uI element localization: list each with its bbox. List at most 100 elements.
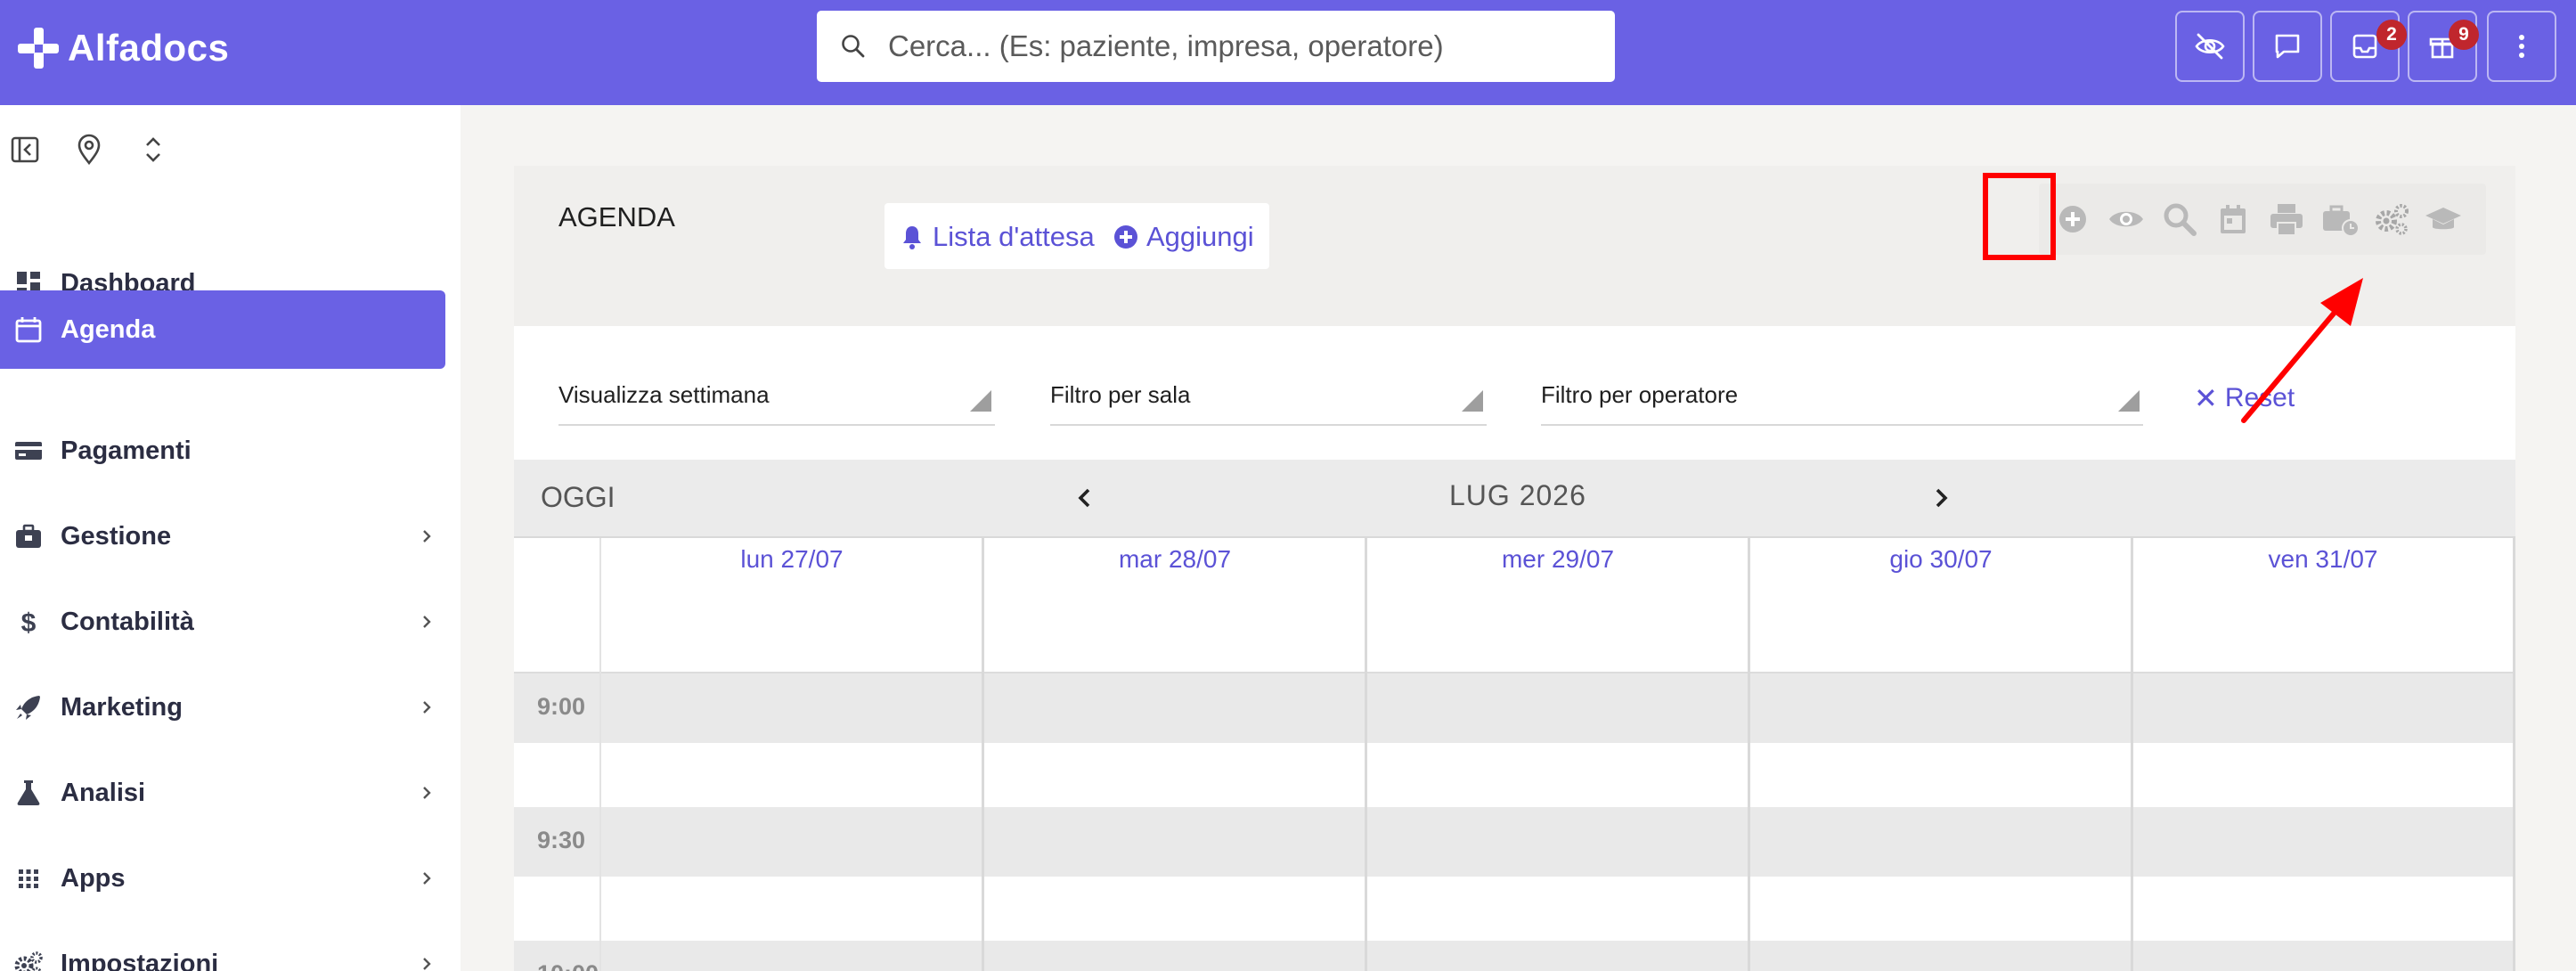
sidebar-item-label: Apps: [61, 863, 126, 893]
agenda-panel: AGENDA Lista d'attesa Aggiungi Visualizz…: [514, 166, 2515, 971]
logo-mark-icon: [16, 26, 61, 70]
search-icon[interactable]: [2160, 200, 2199, 239]
day-header[interactable]: mar 28/07: [984, 545, 1365, 574]
sidebar-item-agenda[interactable]: Agenda: [0, 290, 445, 369]
graduation-cap-icon[interactable]: [2424, 200, 2463, 239]
more-options-button[interactable]: [2487, 11, 2556, 82]
time-label: 9:30: [537, 827, 586, 853]
dropdown-arrow-icon: [970, 390, 991, 412]
calendar-day-icon[interactable]: [2213, 200, 2253, 239]
add-label: Aggiungi: [1146, 221, 1254, 252]
operator-filter-select[interactable]: Filtro per operatore: [1541, 372, 2143, 426]
settings-highlight-box: [1983, 173, 2056, 260]
eye-off-icon: [2195, 33, 2225, 60]
settings-gears-icon: [14, 951, 43, 971]
close-icon: ✕: [2194, 382, 2218, 414]
row-divider: [514, 672, 2515, 673]
room-filter-select[interactable]: Filtro per sala: [1050, 372, 1487, 426]
rocket-icon: [16, 696, 40, 720]
day-header[interactable]: mer 29/07: [1367, 545, 1749, 574]
day-column-divider: [2513, 538, 2515, 971]
day-header[interactable]: lun 27/07: [601, 545, 982, 574]
view-select[interactable]: Visualizza settimana: [558, 372, 995, 426]
calendar-icon: [15, 317, 42, 343]
sidebar-item-label: Agenda: [61, 314, 156, 344]
bell-icon: [903, 226, 921, 249]
sidebar-item-gestione[interactable]: Gestione: [0, 497, 445, 575]
sidebar-item-contabilita[interactable]: $ Contabilità: [0, 583, 445, 661]
top-bar: Alfadocs 2 9: [0, 0, 2576, 105]
add-circle-icon[interactable]: [2053, 200, 2092, 239]
time-label: 9:00: [537, 693, 586, 720]
day-column-divider: [982, 538, 984, 971]
sidebar-item-analisi[interactable]: Analisi: [0, 754, 445, 832]
search-input[interactable]: [888, 24, 1592, 69]
svg-text:$: $: [21, 608, 37, 638]
chevron-right-icon: [423, 787, 431, 799]
news-button[interactable]: 9: [2408, 11, 2479, 82]
chevron-right-icon: [423, 616, 431, 628]
add-appointment-button[interactable]: Aggiungi: [1113, 219, 1254, 255]
more-vertical-icon: [2519, 35, 2524, 58]
inbox-badge: 2: [2376, 20, 2407, 50]
chevron-right-icon: [423, 872, 431, 885]
search-box: [817, 11, 1615, 82]
room-filter-label: Filtro per sala: [1050, 381, 1191, 408]
day-column-divider: [1365, 538, 1367, 971]
sidebar-item-label: Gestione: [61, 521, 172, 551]
sidebar-item-pagamenti[interactable]: Pagamenti: [0, 412, 445, 490]
sidebar-item-label: Impostazioni: [61, 949, 219, 971]
credit-card-icon: [15, 442, 42, 460]
briefcase-icon: [16, 524, 41, 548]
month-label: LUG 2026: [1449, 479, 1586, 511]
sidebar-item-apps[interactable]: Apps: [0, 839, 445, 918]
flask-icon: [17, 780, 40, 805]
time-slot-row[interactable]: [514, 673, 2515, 743]
time-label: 10:00: [537, 960, 599, 971]
calendar-grid: lun 27/07 mar 28/07 mer 29/07 gio 30/07 …: [514, 536, 2515, 971]
day-header[interactable]: ven 31/07: [2132, 545, 2514, 574]
day-header[interactable]: gio 30/07: [1750, 545, 2132, 574]
settings-gears-icon[interactable]: [2372, 200, 2411, 239]
next-arrow-icon[interactable]: [1928, 485, 1954, 511]
chat-icon: [2275, 34, 2300, 59]
chevron-right-icon: [423, 701, 431, 714]
dollar-icon: $: [21, 608, 37, 638]
sidebar-item-label: Analisi: [61, 778, 146, 807]
briefcase-clock-icon[interactable]: [2320, 200, 2360, 239]
sidebar-item-impostazioni[interactable]: Impostazioni: [0, 925, 445, 971]
print-icon[interactable]: [2267, 200, 2306, 239]
logo[interactable]: Alfadocs: [16, 21, 229, 75]
agenda-toolbar: [2039, 184, 2486, 255]
chevron-right-icon: [423, 958, 431, 970]
chevron-right-icon: [423, 530, 431, 543]
hide-sensitive-button[interactable]: [2175, 11, 2245, 82]
dropdown-arrow-icon: [1462, 390, 1483, 412]
sidebar-item-label: Pagamenti: [61, 436, 192, 465]
time-slot-row[interactable]: [514, 941, 2515, 971]
calendar-navigation: OGGI LUG 2026: [514, 460, 2515, 536]
filters-bar: Visualizza settimana Filtro per sala Fil…: [514, 326, 2515, 460]
dropdown-arrow-icon: [2118, 390, 2140, 412]
sidebar-item-marketing[interactable]: Marketing: [0, 668, 445, 747]
page-title: AGENDA: [558, 201, 675, 233]
inbox-button[interactable]: 2: [2330, 11, 2407, 82]
sidebar-item-label: Contabilità: [61, 607, 194, 636]
location-pin-icon[interactable]: [71, 132, 107, 167]
waitlist-box: Lista d'attesa Aggiungi: [884, 203, 1269, 269]
today-button[interactable]: OGGI: [541, 481, 615, 514]
annotation-arrow: [2241, 278, 2363, 423]
eye-icon[interactable]: [2107, 200, 2146, 239]
time-slot-row[interactable]: [514, 807, 2515, 877]
day-column-divider: [1748, 538, 1750, 971]
expand-collapse-icon[interactable]: [135, 132, 171, 167]
search-icon: [840, 33, 867, 60]
messages-button[interactable]: [2253, 11, 2322, 82]
previous-arrow-icon[interactable]: [1072, 485, 1098, 511]
apps-grid-icon: [19, 869, 38, 888]
waitlist-button[interactable]: Lista d'attesa: [899, 219, 1095, 255]
collapse-sidebar-icon[interactable]: [7, 132, 43, 167]
day-column-divider: [2131, 538, 2133, 971]
plus-circle-icon: [1114, 225, 1137, 249]
operator-filter-label: Filtro per operatore: [1541, 381, 1739, 408]
